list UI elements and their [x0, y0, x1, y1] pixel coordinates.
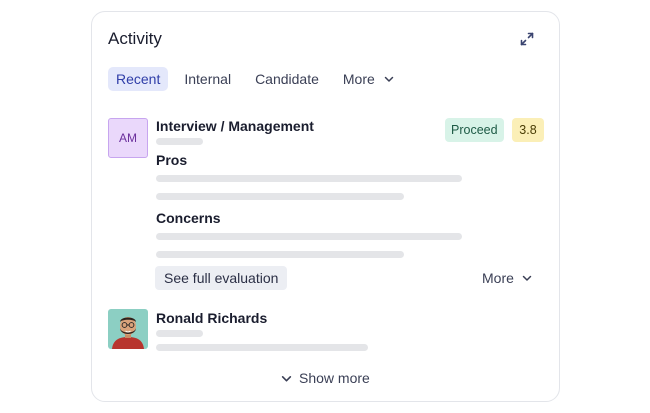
- avatar-photo: [108, 309, 148, 349]
- tab-bar: Recent Internal Candidate More: [108, 67, 410, 91]
- skeleton-line: [156, 251, 404, 258]
- activity-card: Activity Recent Internal Candidate More …: [91, 11, 560, 402]
- more-label: More: [482, 270, 514, 286]
- chevron-down-icon: [384, 76, 394, 82]
- skeleton-line: [156, 175, 462, 182]
- skeleton-line: [156, 233, 462, 240]
- avatar: AM: [108, 118, 148, 158]
- chevron-down-icon: [522, 275, 532, 281]
- score-badge: 3.8: [512, 118, 544, 142]
- expand-icon[interactable]: [519, 31, 535, 47]
- status-badge: Proceed: [445, 118, 504, 142]
- tab-label: Candidate: [255, 71, 319, 87]
- show-more-label: Show more: [299, 370, 370, 386]
- card-title: Activity: [108, 29, 162, 48]
- skeleton-line: [156, 330, 203, 337]
- tab-candidate[interactable]: Candidate: [247, 67, 327, 91]
- skeleton-line: [156, 193, 404, 200]
- more-button[interactable]: More: [482, 270, 532, 286]
- tab-label: Internal: [184, 71, 232, 87]
- show-more-button[interactable]: Show more: [281, 370, 370, 386]
- see-full-evaluation-button[interactable]: See full evaluation: [155, 266, 288, 290]
- activity-title: Interview / Management: [156, 118, 314, 134]
- concerns-label: Concerns: [156, 210, 221, 226]
- tab-label: Recent: [116, 71, 161, 87]
- pros-label: Pros: [156, 152, 188, 168]
- skeleton-line: [156, 138, 203, 145]
- activity-title: Ronald Richards: [156, 310, 268, 326]
- tab-internal[interactable]: Internal: [176, 67, 239, 91]
- skeleton-line: [156, 344, 368, 351]
- tab-label: More: [342, 71, 375, 87]
- tab-recent[interactable]: Recent: [108, 67, 169, 91]
- tab-more[interactable]: More: [335, 67, 402, 91]
- chevron-down-icon: [281, 375, 292, 382]
